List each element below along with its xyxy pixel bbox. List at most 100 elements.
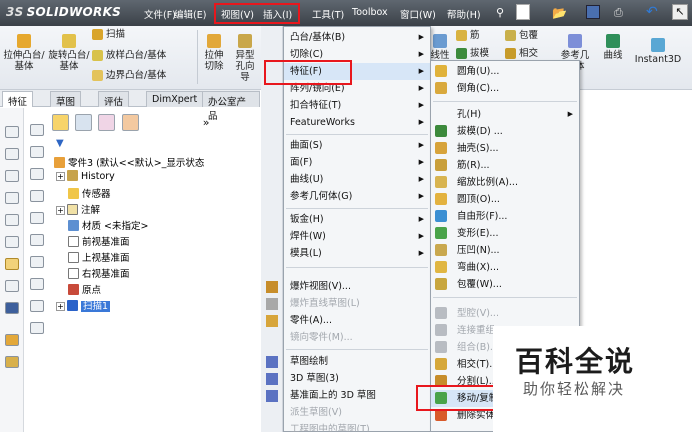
revolve-boss-button[interactable]: 旋转凸台/基体	[48, 34, 90, 72]
relations-icon[interactable]	[5, 302, 19, 314]
rib-button[interactable]: 筋	[456, 30, 480, 41]
menu-file[interactable]: 文件(F)	[144, 7, 176, 21]
menu-help[interactable]: 帮助(H)	[447, 7, 481, 21]
boundary-boss-button[interactable]: 边界凸台/基体	[92, 70, 166, 81]
menu-toolbox[interactable]: Toolbox	[352, 7, 388, 18]
expand-icon[interactable]: +	[56, 172, 65, 181]
tree-item-part[interactable]: 零件3 (默认<<默认>_显示状态	[54, 155, 204, 169]
menu-item-molds[interactable]: 模具(L) ▶	[284, 245, 430, 262]
tab-office-products[interactable]: 办公室产品	[202, 91, 260, 122]
tree-item-top-plane[interactable]: 上视基准面	[68, 250, 130, 264]
tree-item-origin[interactable]: 原点	[68, 282, 101, 296]
folder-icon[interactable]	[5, 356, 19, 368]
menu-item-freeform[interactable]: 自由形(F)...	[431, 208, 579, 225]
grid-icon[interactable]	[30, 322, 44, 334]
tree-item-sensors[interactable]: 传感器	[68, 186, 111, 200]
tree-item-right-plane[interactable]: 右视基准面	[68, 266, 130, 280]
tab-sketch[interactable]: 草图	[50, 91, 82, 108]
view-icon[interactable]	[30, 190, 44, 202]
instant3d-button[interactable]: Instant3D	[632, 38, 684, 65]
tree-item-front-plane[interactable]: 前视基准面	[68, 234, 130, 248]
menu-item-draft[interactable]: 拔模(D) ...	[431, 123, 579, 140]
curves-button[interactable]: 曲线	[598, 34, 628, 61]
tab-features[interactable]: 特征	[2, 91, 34, 108]
menu-item-exploded-view[interactable]: 爆炸视图(V)...	[284, 278, 430, 295]
view-icon[interactable]	[5, 214, 19, 226]
menu-item-fastening-features[interactable]: 扣合特征(T) ▶	[284, 97, 430, 114]
extrude-cut-button[interactable]: 拉伸切除	[200, 34, 228, 72]
sweep-button[interactable]: 扫描	[92, 29, 125, 40]
extrude-boss-button[interactable]: 拉伸凸台/基体	[2, 34, 46, 72]
view-icon[interactable]	[30, 146, 44, 158]
menu-item-scale[interactable]: 缩放比例(A)...	[431, 174, 579, 191]
menu-item-hole[interactable]: 孔(H) ▶	[431, 106, 579, 123]
menu-view[interactable]: 视图(V)	[221, 7, 254, 21]
menu-item-cut[interactable]: 切除(C) ▶	[284, 46, 430, 63]
menu-item-3d-sketch-on-plane[interactable]: 基准面上的 3D 草图	[284, 387, 430, 404]
view-icon[interactable]	[30, 234, 44, 246]
menu-item-fillet[interactable]: 圆角(U)...	[431, 63, 579, 80]
menu-item-chamfer[interactable]: 倒角(C)...	[431, 80, 579, 97]
menu-item-sheet-metal[interactable]: 钣金(H) ▶	[284, 211, 430, 228]
view-icon[interactable]	[30, 256, 44, 268]
tree-item-annotations[interactable]: + 注解	[56, 202, 100, 216]
view-icon[interactable]	[30, 212, 44, 224]
view-icon[interactable]	[30, 278, 44, 290]
tree-item-material[interactable]: 材质 <未指定>	[68, 218, 148, 232]
draft-button[interactable]: 拔模	[456, 48, 489, 59]
menu-item-part[interactable]: 零件(A)...	[284, 312, 430, 329]
menu-item-wrap[interactable]: 包覆(W)...	[431, 276, 579, 293]
menu-item-boss-base[interactable]: 凸台/基体(B) ▶	[284, 29, 430, 46]
instant3d-icon	[651, 38, 665, 52]
menu-item-deform[interactable]: 变形(E)...	[431, 225, 579, 242]
view-icon[interactable]	[5, 126, 19, 138]
menu-item-dome[interactable]: 圆顶(O)...	[431, 191, 579, 208]
new-document-icon[interactable]	[516, 4, 530, 20]
view-icon[interactable]	[30, 300, 44, 312]
undo-icon[interactable]: ↶	[646, 4, 658, 20]
intersect-button[interactable]: 相交	[505, 48, 538, 59]
loft-button[interactable]: 放样凸台/基体	[92, 50, 166, 61]
view-icon[interactable]	[5, 148, 19, 160]
wrap-button[interactable]: 包覆	[505, 30, 538, 41]
pushpin-icon[interactable]: ⚲	[496, 6, 504, 19]
open-folder-icon[interactable]: 📂	[552, 6, 567, 20]
hole-wizard-button[interactable]: 异型孔向导	[231, 34, 259, 83]
menu-edit[interactable]: 编辑(E)	[174, 7, 206, 21]
menu-tools[interactable]: 工具(T)	[312, 7, 344, 21]
tab-evaluate[interactable]: 评估	[98, 91, 130, 108]
grid-icon[interactable]	[30, 124, 44, 136]
menu-insert[interactable]: 插入(I)	[263, 7, 292, 21]
save-icon[interactable]	[586, 5, 600, 19]
menu-item-surface[interactable]: 曲面(S) ▶	[284, 137, 430, 154]
menu-item-indent[interactable]: 压凹(N)...	[431, 242, 579, 259]
menu-window[interactable]: 窗口(W)	[400, 7, 436, 21]
menu-item-reference-geometry[interactable]: 参考几何体(G) ▶	[284, 188, 430, 205]
smart-dimension-icon[interactable]	[5, 280, 19, 292]
print-icon[interactable]: ⎙	[614, 6, 623, 20]
menu-item-pattern-mirror[interactable]: 阵列/镜向(E) ▶	[284, 80, 430, 97]
view-icon[interactable]	[5, 170, 19, 182]
menu-item-shell[interactable]: 抽壳(S)...	[431, 140, 579, 157]
menu-item-face[interactable]: 面(F) ▶	[284, 154, 430, 171]
sketch-icon[interactable]	[5, 258, 19, 270]
expand-icon[interactable]: +	[56, 206, 65, 215]
expand-icon[interactable]: +	[56, 302, 65, 311]
menu-item-flex[interactable]: 弯曲(X)...	[431, 259, 579, 276]
tab-dimxpert[interactable]: DimXpert	[146, 91, 204, 107]
menu-item-curve[interactable]: 曲线(U) ▶	[284, 171, 430, 188]
tree-item-sweep1[interactable]: + 扫描1	[56, 298, 111, 312]
view-icon[interactable]	[5, 192, 19, 204]
view-icon[interactable]	[5, 236, 19, 248]
menu-item-weldments[interactable]: 焊件(W) ▶	[284, 228, 430, 245]
menu-item-rib[interactable]: 筋(R)...	[431, 157, 579, 174]
folder-icon[interactable]	[5, 334, 19, 346]
menu-item-sketch[interactable]: 草图绘制	[284, 353, 430, 370]
view-icon[interactable]	[30, 168, 44, 180]
select-cursor-icon[interactable]: ↖	[672, 4, 688, 20]
menu-item-features[interactable]: 特征(F) ▶	[284, 63, 430, 80]
menu-item-3d-sketch[interactable]: 3D 草图(3)	[284, 370, 430, 387]
indent-icon	[435, 244, 447, 256]
menu-item-featureworks[interactable]: FeatureWorks ▶	[284, 114, 430, 131]
tree-item-history[interactable]: + History	[56, 170, 115, 184]
